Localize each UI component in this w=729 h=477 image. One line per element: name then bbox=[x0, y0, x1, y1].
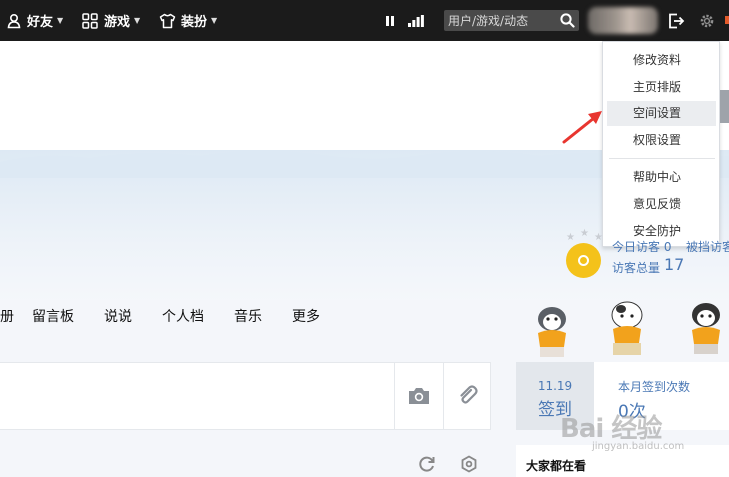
gear-icon[interactable] bbox=[697, 0, 717, 41]
pause-icon[interactable] bbox=[382, 0, 398, 41]
watermark-logo: Bai 经验 bbox=[560, 414, 662, 444]
settings-hex-icon[interactable] bbox=[460, 455, 478, 473]
star-icon: ★ bbox=[594, 232, 603, 243]
menu-item-space-settings[interactable]: 空间设置 bbox=[607, 101, 716, 126]
visitor-badge-icon bbox=[566, 243, 601, 278]
everyone-watching-title: 大家都在看 bbox=[526, 459, 587, 473]
paperclip-icon bbox=[459, 385, 478, 404]
chevron-down-icon: ▼ bbox=[134, 16, 141, 25]
nav-tab-message-board[interactable]: 留言板 bbox=[32, 306, 74, 326]
nav-tab-music[interactable]: 音乐 bbox=[234, 306, 262, 326]
friends-menu[interactable]: 好友 ▼ bbox=[6, 0, 63, 41]
nav-tab-more[interactable]: 更多 bbox=[292, 306, 320, 326]
camera-icon bbox=[408, 388, 429, 404]
monthly-sign-in-label: 本月签到次数 bbox=[618, 380, 691, 394]
tshirt-icon bbox=[159, 13, 176, 28]
cover-edge bbox=[720, 90, 729, 123]
dress-up-menu[interactable]: 装扮 ▼ bbox=[159, 0, 217, 41]
photo-button[interactable] bbox=[394, 362, 442, 430]
menu-item-homepage-layout[interactable]: 主页排版 bbox=[607, 75, 716, 100]
chevron-down-icon: ▼ bbox=[211, 16, 218, 25]
nav-tab-profile[interactable]: 个人档 bbox=[162, 306, 204, 326]
menu-item-help-center[interactable]: 帮助中心 bbox=[607, 165, 716, 190]
friends-icon bbox=[7, 13, 21, 28]
menu-divider bbox=[609, 158, 715, 159]
visitor-today-label[interactable]: 今日访客 0 bbox=[612, 238, 671, 252]
notification-dot bbox=[725, 16, 729, 24]
menu-item-feedback[interactable]: 意见反馈 bbox=[607, 192, 716, 217]
mascot-cow-image bbox=[611, 301, 643, 355]
annotation-arrow-icon bbox=[562, 111, 602, 144]
nav-tab-status[interactable]: 说说 bbox=[104, 306, 132, 326]
menu-item-edit-profile[interactable]: 修改资料 bbox=[607, 48, 716, 73]
mascot-dog-image bbox=[692, 303, 720, 354]
sign-in-date: 11.19 bbox=[537, 379, 573, 393]
search-icon[interactable] bbox=[560, 13, 575, 28]
games-label: 游戏 bbox=[104, 15, 131, 30]
games-menu[interactable]: 游戏 ▼ bbox=[82, 0, 140, 41]
watermark-url: jingyan.baidu.com bbox=[592, 441, 685, 452]
chevron-down-icon: ▼ bbox=[57, 16, 64, 25]
friends-label: 好友 bbox=[27, 15, 54, 30]
signal-bars-icon[interactable] bbox=[406, 0, 426, 41]
refresh-icon[interactable] bbox=[418, 455, 436, 473]
star-icon: ★ bbox=[566, 232, 575, 243]
attachment-button[interactable] bbox=[443, 362, 491, 430]
nav-tab-album[interactable]: 册 bbox=[0, 306, 14, 326]
menu-item-permission-settings[interactable]: 权限设置 bbox=[607, 128, 716, 153]
grid-icon bbox=[82, 12, 98, 29]
visitor-blocked-label[interactable]: 被挡访客 bbox=[686, 238, 729, 252]
logout-icon[interactable] bbox=[666, 0, 686, 41]
visitor-today-clip: 今日访客 0 被挡访客 bbox=[612, 238, 729, 252]
visitor-total-value: 17 bbox=[664, 255, 685, 274]
visitor-total-label[interactable]: 访客总量 bbox=[612, 259, 660, 276]
search-box bbox=[444, 10, 579, 31]
star-icon: ★ bbox=[580, 228, 589, 239]
mascot-husky-image bbox=[538, 307, 566, 357]
search-input[interactable] bbox=[448, 10, 556, 31]
avatar[interactable] bbox=[588, 7, 658, 34]
settings-dropdown-menu: 修改资料 主页排版 空间设置 权限设置 帮助中心 意见反馈 安全防护 bbox=[602, 41, 720, 247]
dress-up-label: 装扮 bbox=[181, 15, 208, 30]
